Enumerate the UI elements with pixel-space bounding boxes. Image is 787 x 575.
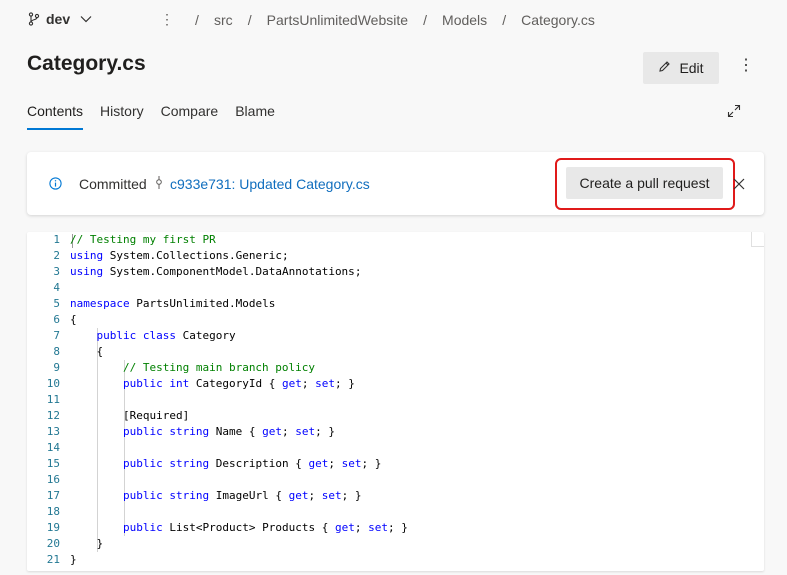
- code-text: public class Category: [96, 329, 236, 342]
- info-icon: [49, 177, 62, 195]
- line-number: 3: [53, 265, 60, 278]
- code-text: // Testing main branch policy: [122, 361, 316, 374]
- code-text: using System.Collections.Generic;: [70, 249, 289, 262]
- branch-icon: [28, 12, 40, 26]
- tab-compare[interactable]: Compare: [161, 103, 219, 130]
- commit-icon: [155, 176, 163, 195]
- close-icon[interactable]: [733, 177, 745, 195]
- line-number: 13: [46, 425, 60, 438]
- code-text: using System.ComponentModel.DataAnnotati…: [70, 265, 362, 278]
- line-number: 19: [46, 521, 60, 534]
- top-bar: dev ⋮ / src / PartsUnlimitedWebsite / Mo…: [0, 0, 787, 40]
- line-number: 15: [46, 457, 60, 470]
- tab-contents[interactable]: Contents: [27, 103, 84, 130]
- breadcrumb: / src / PartsUnlimitedWebsite / Models /…: [188, 12, 595, 28]
- commit-link[interactable]: c933e731: Updated Category.cs: [170, 176, 370, 192]
- line-number: 12: [46, 409, 60, 422]
- code-text: [Required]: [70, 409, 190, 422]
- code-text: public string Description { get; set; }: [122, 457, 382, 470]
- line-number: 6: [53, 313, 60, 326]
- line-number: 2: [53, 249, 60, 262]
- breadcrumb-item-file[interactable]: Category.cs: [521, 12, 595, 28]
- breadcrumb-separator: /: [502, 12, 507, 28]
- code-text: }: [70, 553, 77, 566]
- line-number: 10: [46, 377, 60, 390]
- committed-label: Committed: [79, 176, 147, 192]
- line-number: 17: [46, 489, 60, 502]
- breadcrumb-separator: /: [195, 12, 199, 28]
- code-text: public string ImageUrl { get; set; }: [122, 489, 362, 502]
- branch-name: dev: [46, 11, 71, 27]
- code-text: public List<Product> Products { get; set…: [122, 521, 408, 534]
- code-text: {: [70, 345, 104, 358]
- breadcrumb-separator: /: [247, 12, 252, 28]
- line-number: 8: [53, 345, 60, 358]
- code-viewer[interactable]: 1 // Testing my first PR 2 using System.Col…: [27, 232, 764, 571]
- code-text: public string Name { get; set; }: [122, 425, 335, 438]
- code-text: }: [70, 537, 104, 550]
- code-text: {: [70, 313, 77, 326]
- more-vertical-icon[interactable]: ⋮: [738, 58, 754, 74]
- breadcrumb-item-models[interactable]: Models: [442, 12, 487, 28]
- code-text: namespace PartsUnlimited.Models: [70, 297, 276, 310]
- line-number: 4: [53, 281, 60, 294]
- line-number: 5: [53, 297, 60, 310]
- line-number: 7: [53, 329, 60, 342]
- tab-blame[interactable]: Blame: [235, 103, 275, 130]
- chevron-down-icon: [80, 15, 92, 23]
- edit-button[interactable]: Edit: [643, 52, 719, 84]
- commit-banner: Committed c933e731: Updated Category.cs …: [27, 152, 764, 215]
- line-number: 11: [46, 393, 60, 406]
- breadcrumb-item-website[interactable]: PartsUnlimitedWebsite: [267, 12, 408, 28]
- breadcrumb-separator: /: [423, 12, 427, 28]
- line-number: 20: [46, 537, 60, 550]
- pencil-icon: [658, 60, 671, 76]
- line-number: 16: [46, 473, 60, 486]
- line-number: 14: [46, 441, 60, 454]
- code-text: // Testing my first PR: [70, 233, 216, 246]
- edit-button-label: Edit: [679, 60, 704, 76]
- line-number: 18: [46, 505, 60, 518]
- branch-selector[interactable]: dev: [28, 11, 92, 27]
- page-title: Category.cs: [27, 52, 146, 75]
- line-number: 9: [53, 361, 60, 374]
- scrollbar[interactable]: [751, 232, 764, 247]
- code-text: public int CategoryId { get; set; }: [122, 377, 355, 390]
- line-number: 1: [53, 233, 60, 246]
- expand-icon[interactable]: [727, 104, 741, 123]
- line-number: 21: [46, 553, 60, 566]
- create-pull-request-button[interactable]: Create a pull request: [566, 167, 723, 199]
- tab-history[interactable]: History: [100, 103, 144, 130]
- more-vertical-icon[interactable]: ⋮: [160, 11, 174, 28]
- breadcrumb-item-src[interactable]: src: [214, 12, 233, 28]
- tab-bar: Contents History Compare Blame: [27, 103, 275, 130]
